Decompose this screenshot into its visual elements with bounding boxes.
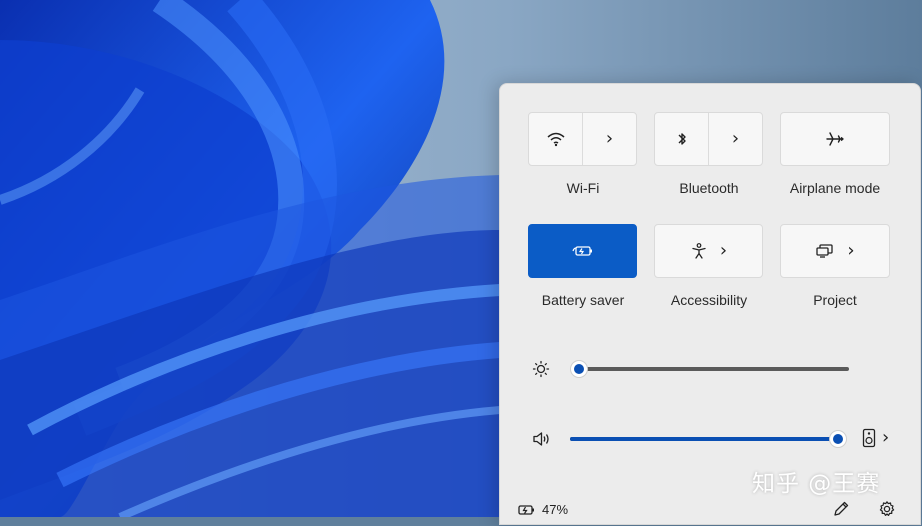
audio-output-button[interactable]: › [862,428,889,448]
battery-percentage: 47% [542,502,569,517]
wifi-icon [546,131,566,147]
project-label: Project [813,292,857,308]
brightness-slider[interactable] [579,367,849,371]
airplane-mode-tile[interactable] [780,112,890,166]
brightness-icon [532,360,550,383]
project-icon [815,243,835,259]
wifi-tile: › [528,112,637,166]
quick-settings-panel: › Wi-Fi › Bluetooth Airplane mode Batter… [499,83,921,525]
airplane-mode-label: Airplane mode [789,180,881,196]
accessibility-tile[interactable]: › [654,224,763,278]
airplane-icon [825,130,845,148]
watermark: 知乎 @王赛 [752,471,881,497]
battery-saver-label: Battery saver [541,292,625,308]
chevron-right-icon: › [605,128,614,149]
volume-slider-row: › [500,424,920,454]
pencil-icon [832,500,850,518]
edit-quick-settings-button[interactable] [832,500,850,518]
wifi-label: Wi-Fi [566,180,600,196]
quick-settings-footer: 47% [500,496,920,526]
bluetooth-expand-button[interactable]: › [708,113,762,165]
brightness-slider-row [500,354,920,384]
chevron-right-icon: › [731,128,740,149]
chevron-right-icon: › [719,240,728,261]
accessibility-icon [690,242,708,260]
bluetooth-label: Bluetooth [679,180,739,196]
battery-status[interactable]: 47% [516,502,568,517]
wifi-toggle-button[interactable] [529,113,582,165]
volume-fill [570,437,838,441]
bluetooth-toggle-button[interactable] [655,113,708,165]
battery-saver-tile[interactable] [528,224,637,278]
brightness-slider-thumb[interactable] [570,360,588,378]
wifi-expand-button[interactable]: › [582,113,636,165]
accessibility-label: Accessibility [670,292,748,308]
gear-icon [878,500,896,518]
settings-button[interactable] [878,500,896,518]
chevron-right-icon: › [882,427,890,448]
speaker-icon[interactable] [532,430,552,453]
chevron-right-icon: › [847,240,855,261]
volume-slider-thumb[interactable] [829,430,847,448]
project-tile[interactable]: › [780,224,890,278]
bluetooth-icon [676,131,688,147]
audio-device-icon [862,428,876,448]
bluetooth-tile: › [654,112,763,166]
battery-saver-icon [571,244,594,258]
battery-charging-icon [516,503,536,517]
